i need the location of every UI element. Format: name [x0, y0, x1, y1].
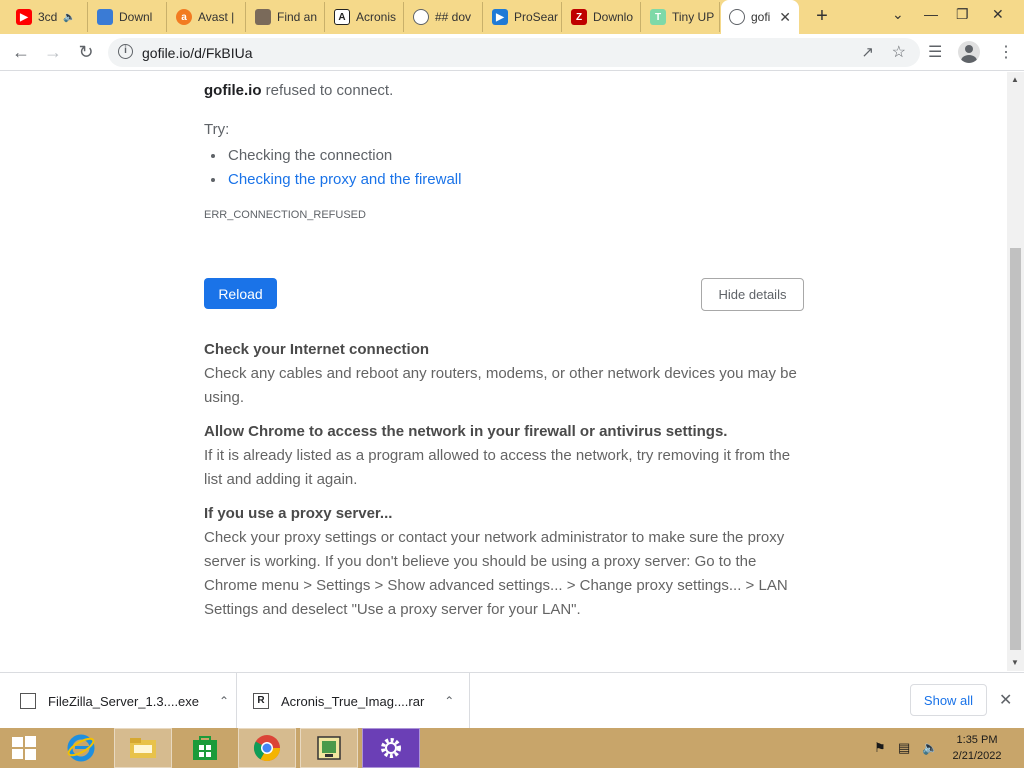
- scroll-up-icon[interactable]: ▲: [1011, 75, 1019, 84]
- reading-list-icon[interactable]: ☰: [928, 42, 942, 62]
- detail-title: Allow Chrome to access the network in yo…: [204, 423, 728, 440]
- close-download-bar-icon[interactable]: ✕: [999, 690, 1012, 710]
- tab-label: Downlo: [593, 10, 634, 24]
- tab-dov[interactable]: ## dov: [405, 2, 483, 32]
- exe-file-icon: [20, 693, 36, 709]
- tab-label: Downl: [119, 10, 153, 24]
- bookmark-star-icon[interactable]: ☆: [892, 42, 906, 62]
- youtube-icon: ▶: [16, 9, 32, 25]
- restore-icon[interactable]: ❐: [956, 6, 969, 23]
- detail-body: If it is already listed as a program all…: [204, 447, 791, 488]
- proxy-firewall-link[interactable]: Checking the proxy and the firewall: [228, 171, 461, 188]
- forward-icon[interactable]: →: [42, 42, 64, 62]
- system-clock[interactable]: 1:35 PM 2/21/2022: [942, 732, 1012, 764]
- rar-file-icon: R: [253, 693, 269, 709]
- profile-avatar[interactable]: [958, 41, 980, 63]
- network-icon[interactable]: ▤: [898, 740, 910, 756]
- tab-acronis[interactable]: A Acronis: [326, 2, 404, 32]
- share-icon[interactable]: ↗: [861, 43, 874, 61]
- app-icon[interactable]: [300, 728, 358, 768]
- browser-toolbar: ← → ↻ i gofile.io/d/FkBIUa ↗ ☆ ☰ ⋮: [0, 34, 1024, 71]
- tab-label: gofi: [751, 10, 771, 24]
- try-label: Try:: [204, 121, 230, 138]
- bird-icon: [97, 9, 113, 25]
- file-explorer-icon[interactable]: [114, 728, 172, 768]
- tab-gofile-active[interactable]: gofi ✕: [721, 0, 799, 34]
- site-info-icon[interactable]: i: [118, 44, 133, 59]
- store-icon[interactable]: [176, 728, 234, 768]
- acronis-icon: A: [334, 9, 350, 25]
- suggestions-list: Checking the connection Checking the pro…: [226, 144, 461, 192]
- hide-details-button[interactable]: Hide details: [701, 278, 804, 311]
- settings-icon[interactable]: [362, 728, 420, 768]
- minimize-icon[interactable]: —: [924, 6, 938, 22]
- clock-date: 2/21/2022: [952, 750, 1002, 762]
- show-all-button[interactable]: Show all: [910, 684, 987, 716]
- error-details: Check your Internet connection Check any…: [204, 338, 804, 632]
- detail-title: Check your Internet connection: [204, 341, 430, 358]
- tab-label: Acronis: [356, 10, 397, 24]
- internet-explorer-icon[interactable]: [52, 728, 110, 768]
- globe-icon: [413, 9, 429, 25]
- tab-filezilla[interactable]: Z Downlo: [563, 2, 641, 32]
- close-window-icon[interactable]: ✕: [992, 6, 1004, 23]
- tab-label: ProSear: [514, 10, 559, 24]
- tab-label: Tiny UP: [672, 10, 715, 24]
- chrome-icon[interactable]: [238, 728, 296, 768]
- tab-search-chevron-icon[interactable]: ⌄: [892, 6, 904, 23]
- page-scrollbar[interactable]: ▲ ▼: [1007, 72, 1024, 671]
- volume-muted-icon[interactable]: 🔈: [922, 740, 938, 756]
- tab-download-1[interactable]: Downl: [89, 2, 167, 32]
- error-message: refused to connect.: [265, 82, 394, 99]
- download-filename: Acronis_True_Imag....rar: [281, 693, 425, 709]
- address-bar[interactable]: i gofile.io/d/FkBIUa ↗ ☆: [108, 38, 920, 67]
- wrench-icon: [255, 9, 271, 25]
- close-tab-icon[interactable]: ✕: [779, 9, 791, 26]
- chevron-up-icon[interactable]: ⌃: [219, 694, 229, 708]
- tab-tinyupload[interactable]: T Tiny UP: [642, 2, 720, 32]
- download-bar: FileZilla_Server_1.3....exe ⌃ R Acronis_…: [0, 672, 1024, 729]
- download-filename: FileZilla_Server_1.3....exe: [48, 693, 200, 709]
- reload-icon[interactable]: ↻: [75, 42, 97, 62]
- download-item[interactable]: R Acronis_True_Imag....rar ⌃: [237, 673, 470, 729]
- scrollbar-thumb[interactable]: [1010, 248, 1021, 650]
- windows-taskbar: ⚑ ▤ 🔈 1:35 PM 2/21/2022: [0, 728, 1024, 768]
- tab-label: 3cd: [38, 10, 58, 24]
- menu-kebab-icon[interactable]: ⋮: [998, 42, 1014, 62]
- detail-title: If you use a proxy server...: [204, 505, 393, 522]
- tinyupload-icon: T: [650, 9, 666, 25]
- filezilla-icon: Z: [571, 9, 587, 25]
- start-icon[interactable]: [0, 728, 48, 768]
- download-item[interactable]: FileZilla_Server_1.3....exe ⌃: [0, 673, 237, 729]
- scroll-down-icon[interactable]: ▼: [1011, 658, 1019, 667]
- error-code: ERR_CONNECTION_REFUSED: [204, 209, 366, 221]
- detail-body: Check any cables and reboot any routers,…: [204, 365, 797, 406]
- action-center-flag-icon[interactable]: ⚑: [874, 740, 886, 756]
- tab-strip: ▶ 3cd 🔈 Downl a Avast | Find an A Acroni…: [0, 0, 1024, 34]
- avast-icon: a: [176, 9, 192, 25]
- suggestion-item: Checking the proxy and the firewall: [226, 168, 461, 192]
- tab-label: Avast |: [198, 10, 235, 24]
- speaker-icon[interactable]: 🔈: [63, 12, 75, 23]
- error-page: gofile.io refused to connect. Try: Check…: [0, 72, 1007, 671]
- chevron-up-icon[interactable]: ⌃: [444, 694, 454, 708]
- suggestion-item: Checking the connection: [226, 144, 461, 168]
- tab-youtube[interactable]: ▶ 3cd 🔈: [8, 2, 88, 32]
- back-icon[interactable]: ←: [10, 42, 32, 62]
- tab-prosearch[interactable]: ▶ ProSear: [484, 2, 562, 32]
- tab-avast[interactable]: a Avast |: [168, 2, 246, 32]
- detail-body: Check your proxy settings or contact you…: [204, 529, 788, 618]
- error-heading: gofile.io refused to connect.: [204, 82, 393, 99]
- globe-icon: [729, 9, 745, 25]
- new-tab-icon[interactable]: +: [812, 5, 832, 28]
- error-host: gofile.io: [204, 82, 262, 99]
- tab-label: Find an: [277, 10, 318, 24]
- tab-find[interactable]: Find an: [247, 2, 325, 32]
- tab-label: ## dov: [435, 10, 472, 24]
- prosearch-icon: ▶: [492, 9, 508, 25]
- clock-time: 1:35 PM: [956, 734, 998, 746]
- url-text[interactable]: gofile.io/d/FkBIUa: [142, 45, 253, 61]
- reload-button[interactable]: Reload: [204, 278, 277, 309]
